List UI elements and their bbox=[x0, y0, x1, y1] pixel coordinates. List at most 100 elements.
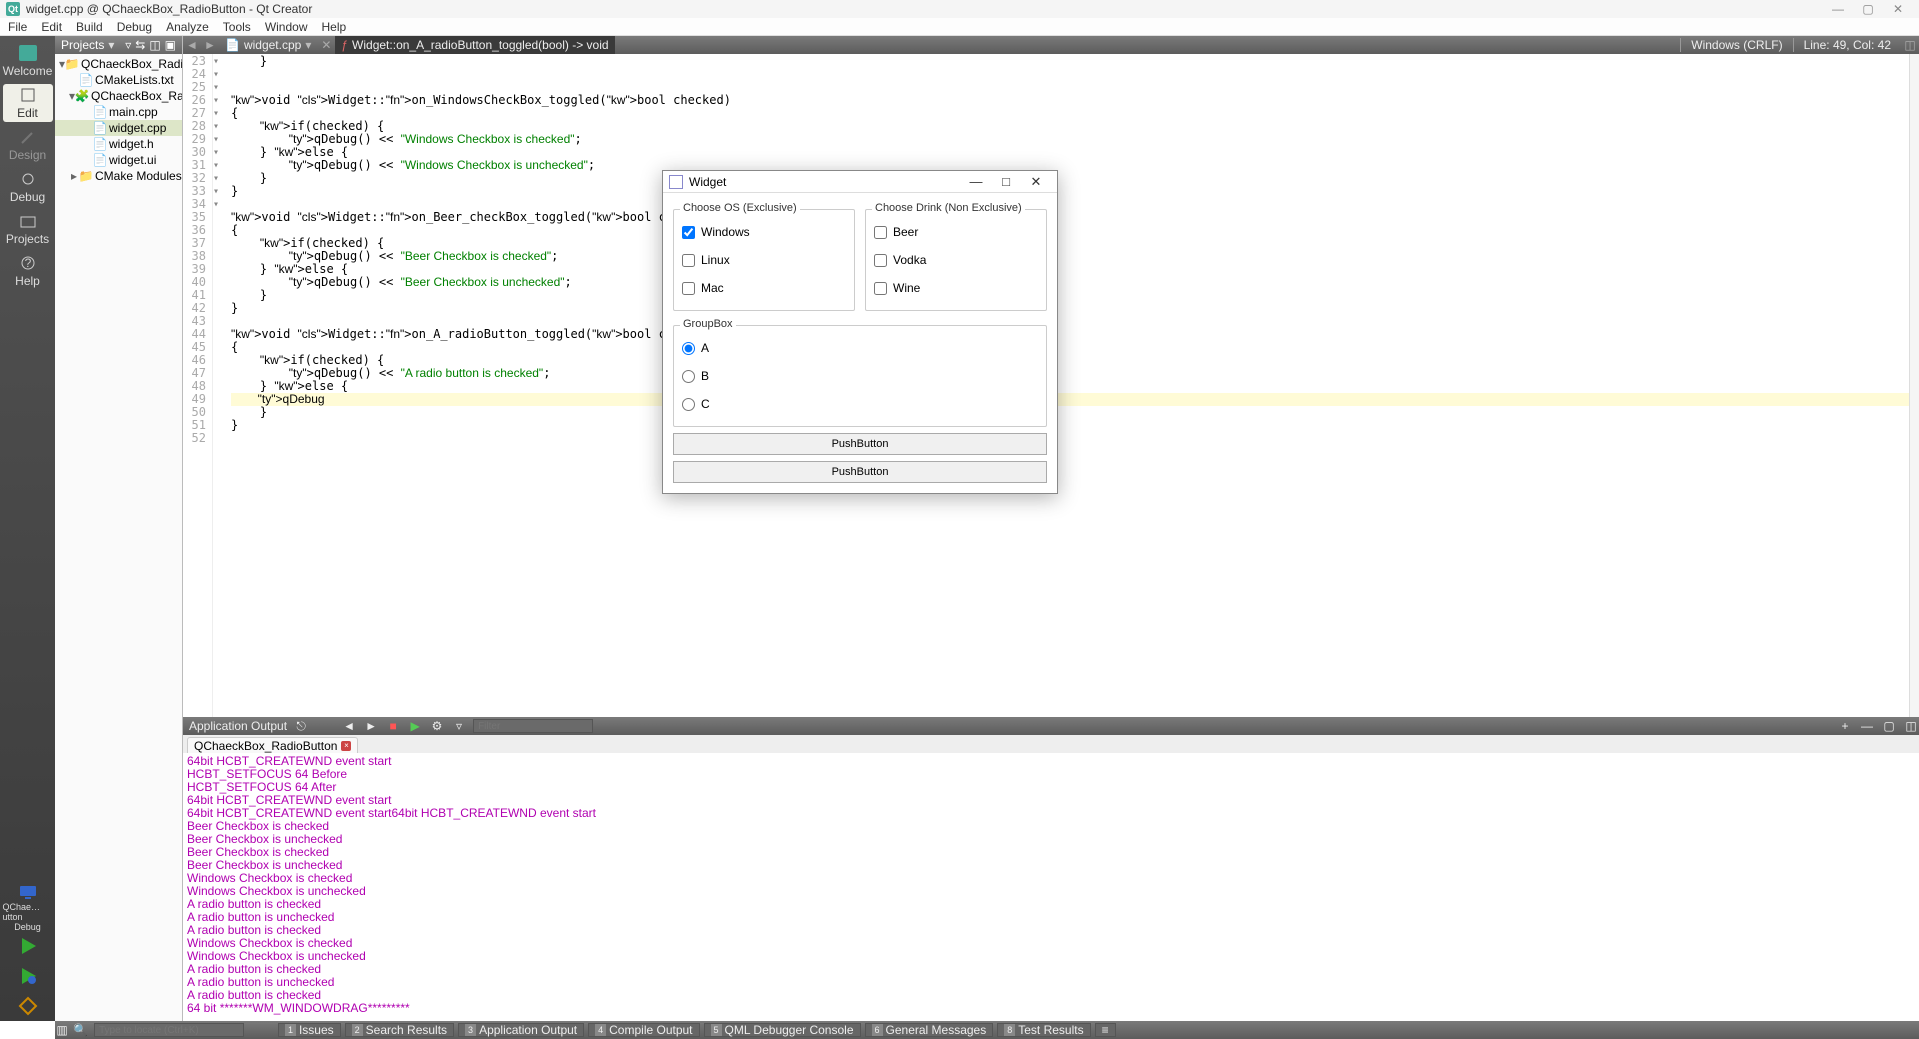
checkbox-beer[interactable]: Beer bbox=[874, 218, 1038, 246]
minimize-button[interactable]: — bbox=[1823, 2, 1853, 16]
checkbox-mac[interactable]: Mac bbox=[682, 274, 846, 302]
close-pane-icon[interactable]: ◫ bbox=[1903, 719, 1919, 733]
h-icon: 📄 bbox=[93, 138, 107, 150]
mode-edit[interactable]: Edit bbox=[3, 84, 53, 122]
tree-subproject[interactable]: ▾🧩QChaeckBox_Radio bbox=[55, 88, 182, 104]
debug-run-button[interactable] bbox=[8, 961, 48, 991]
filter-icon[interactable]: ▿ bbox=[451, 719, 467, 733]
kit-selector[interactable]: QChae…utton Debug bbox=[3, 889, 53, 927]
maximize-pane-icon[interactable]: ▢ bbox=[1881, 719, 1897, 733]
checkbox-vodka[interactable]: Vodka bbox=[874, 246, 1038, 274]
qt-icon bbox=[18, 44, 38, 62]
tree-cmakelists[interactable]: 📄CMakeLists.txt bbox=[55, 72, 182, 88]
radio-b[interactable]: B bbox=[682, 362, 1038, 390]
pushbutton-1[interactable]: PushButton bbox=[673, 433, 1047, 455]
maximize-button[interactable]: □ bbox=[991, 174, 1021, 189]
filter-icon[interactable]: ▿ bbox=[125, 38, 131, 52]
radio-c[interactable]: C bbox=[682, 390, 1038, 418]
menu-file[interactable]: File bbox=[8, 20, 27, 34]
split-editor-button[interactable]: ◫ bbox=[1901, 38, 1919, 52]
close-icon[interactable]: × bbox=[341, 741, 351, 751]
symbol-crumb[interactable]: ƒWidget::on_A_radioButton_toggled(bool) … bbox=[335, 36, 614, 54]
mode-debug[interactable]: Debug bbox=[3, 168, 53, 206]
tab-qml-console[interactable]: 5QML Debugger Console bbox=[704, 1023, 861, 1037]
tree-root[interactable]: ▾📁QChaeckBox_RadioBo bbox=[55, 56, 182, 72]
tree-file-widget-h[interactable]: 📄widget.h bbox=[55, 136, 182, 152]
tab-issues[interactable]: 1Issues bbox=[278, 1023, 341, 1037]
nav-fwd-button[interactable]: ► bbox=[201, 38, 219, 52]
tree-file-main[interactable]: 📄main.cpp bbox=[55, 104, 182, 120]
scroll-minimap[interactable] bbox=[1909, 54, 1919, 717]
checkbox-wine[interactable]: Wine bbox=[874, 274, 1038, 302]
close-button[interactable]: ✕ bbox=[1021, 174, 1051, 190]
minimize-button[interactable]: — bbox=[961, 174, 991, 189]
menu-help[interactable]: Help bbox=[322, 20, 347, 34]
next-icon[interactable]: ► bbox=[363, 719, 379, 733]
minimize-pane-icon[interactable]: — bbox=[1859, 719, 1875, 733]
tab-test-results[interactable]: 8Test Results bbox=[997, 1023, 1090, 1037]
collapse-icon[interactable]: ▣ bbox=[165, 38, 176, 52]
more-panes-button[interactable]: ≡ bbox=[1095, 1023, 1116, 1037]
tree-cmake-modules[interactable]: ▸📁CMake Modules bbox=[55, 168, 182, 184]
tree-file-widget-ui[interactable]: 📄widget.ui bbox=[55, 152, 182, 168]
menu-window[interactable]: Window bbox=[265, 20, 308, 34]
mode-bar: Welcome Edit Design Debug Projects ? Hel… bbox=[0, 36, 55, 1021]
menu-edit[interactable]: Edit bbox=[41, 20, 62, 34]
rerun-button[interactable]: ▶ bbox=[407, 719, 423, 733]
tab-general-messages[interactable]: 6General Messages bbox=[865, 1023, 994, 1037]
cpp-icon: 📄 bbox=[225, 38, 240, 52]
locator-input[interactable] bbox=[94, 1023, 244, 1037]
mode-welcome[interactable]: Welcome bbox=[3, 42, 53, 80]
tab-app-output[interactable]: 3Application Output bbox=[458, 1023, 584, 1037]
window-titlebar: Qt widget.cpp @ QChaeckBox_RadioButton -… bbox=[0, 0, 1919, 18]
groupbox-radio: GroupBox A B C bbox=[673, 325, 1047, 427]
menu-tools[interactable]: Tools bbox=[223, 20, 251, 34]
close-button[interactable]: ✕ bbox=[1883, 2, 1913, 16]
output-filter-input[interactable] bbox=[473, 719, 593, 733]
mode-projects[interactable]: Projects bbox=[3, 210, 53, 248]
maximize-button[interactable]: ▢ bbox=[1853, 2, 1883, 16]
mode-design[interactable]: Design bbox=[3, 126, 53, 164]
output-title: Application Output bbox=[189, 719, 287, 733]
widget-titlebar[interactable]: Widget — □ ✕ bbox=[663, 171, 1057, 193]
tab-compile-output[interactable]: 4Compile Output bbox=[588, 1023, 699, 1037]
tab-search-results[interactable]: 2Search Results bbox=[345, 1023, 454, 1037]
fold-column[interactable]: ▾ ▾ ▾ ▾ ▾ ▾ ▾ ▾ ▾ ▾ ▾ ▾ bbox=[213, 54, 225, 717]
widget-window: Widget — □ ✕ Choose OS (Exclusive) Windo… bbox=[662, 170, 1058, 494]
pushbutton-2[interactable]: PushButton bbox=[673, 461, 1047, 483]
folder-icon bbox=[18, 212, 38, 230]
checkbox-windows[interactable]: Windows bbox=[682, 218, 846, 246]
func-icon: ƒ bbox=[341, 38, 348, 52]
line-gutter: 23 24 25 26 27 28 29 30 31 32 33 34 35 3… bbox=[183, 54, 213, 717]
output-tab[interactable]: QChaeckBox_RadioButton× bbox=[187, 737, 358, 753]
mode-help[interactable]: ? Help bbox=[3, 252, 53, 290]
radio-a[interactable]: A bbox=[682, 334, 1038, 362]
run-button[interactable] bbox=[8, 931, 48, 961]
close-doc-button[interactable]: ✕ bbox=[317, 38, 335, 52]
menu-analyze[interactable]: Analyze bbox=[166, 20, 209, 34]
settings-icon[interactable]: ⚙ bbox=[429, 719, 445, 733]
prev-icon[interactable]: ◄ bbox=[341, 719, 357, 733]
cpp-icon: 📄 bbox=[93, 106, 107, 118]
stop-button[interactable]: ■ bbox=[385, 719, 401, 733]
checkbox-linux[interactable]: Linux bbox=[682, 246, 846, 274]
project-pane: Projects ▾ ▿ ⇆ ◫ ▣ ▾📁QChaeckBox_RadioBo … bbox=[55, 36, 183, 1021]
output-text[interactable]: 64bit HCBT_CREATEWND event start HCBT_SE… bbox=[183, 753, 1919, 1021]
app-icon bbox=[669, 175, 683, 189]
menu-debug[interactable]: Debug bbox=[117, 20, 152, 34]
split-icon[interactable]: ◫ bbox=[149, 38, 160, 52]
attach-icon[interactable]: ⎋ bbox=[293, 719, 309, 734]
build-button[interactable] bbox=[8, 991, 48, 1021]
sync-icon[interactable]: ⇆ bbox=[135, 38, 145, 52]
sidebar-toggle-icon[interactable]: ▥ bbox=[55, 1023, 69, 1037]
add-pane-icon[interactable]: + bbox=[1837, 719, 1853, 733]
edit-icon bbox=[18, 86, 38, 104]
code-content[interactable]: } "kw">void "cls">Widget::"fn">on_Window… bbox=[225, 54, 1909, 717]
cursor-position: Line: 49, Col: 42 bbox=[1793, 38, 1901, 52]
nav-back-button[interactable]: ◄ bbox=[183, 38, 201, 52]
file-crumb[interactable]: 📄widget.cpp▾ bbox=[219, 38, 317, 52]
tree-file-widget-cpp[interactable]: 📄widget.cpp bbox=[55, 120, 182, 136]
chevron-down-icon[interactable]: ▾ bbox=[108, 38, 114, 52]
encoding-status[interactable]: Windows (CRLF) bbox=[1680, 38, 1792, 52]
menu-build[interactable]: Build bbox=[76, 20, 103, 34]
